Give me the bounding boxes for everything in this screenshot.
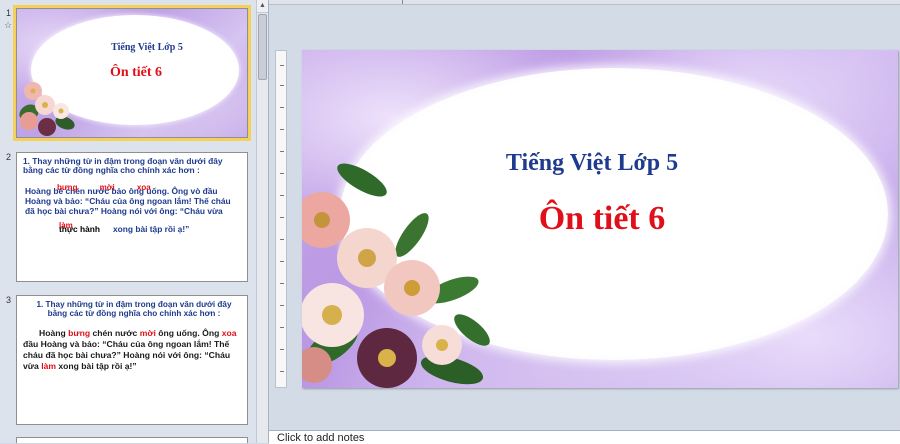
vertical-ruler (275, 50, 287, 388)
slide-thumbnail-1[interactable]: Tiếng Việt Lớp 5 Ôn tiết 6 (13, 5, 251, 141)
thumbnail-3-text: ông uống. Ông (158, 328, 220, 338)
slide-subtitle[interactable]: Ôn tiết 6 (452, 200, 752, 238)
notes-placeholder[interactable]: Click to add notes (277, 432, 364, 444)
thumbnail-3-text: chén nước (92, 328, 138, 338)
thumbnail-3-line3: cháu đã học bài chưa?” Hoàng nói với ông… (23, 350, 231, 360)
thumbnail-3-line2: đầu Hoàng và bảo: “Cháu của ông ngoan lắ… (23, 339, 230, 349)
thumbnail-3-word-moi: mời (139, 328, 156, 338)
thumbnail-3-word-lam: làm (41, 361, 56, 371)
thumbnail-3-line4: vừa làm xong bài tập rồi ạ!” (23, 361, 247, 372)
slide-thumbnail-2[interactable]: 1. Thay những từ in đậm trong đoạn văn d… (16, 152, 248, 282)
thumbnail-2-line4-post: xong bài tập rồi ạ!” (113, 224, 190, 234)
slide-thumbnail-3[interactable]: 1. Thay những từ in đậm trong đoạn văn d… (16, 295, 248, 425)
slide-number-3: 3 (6, 295, 12, 305)
thumbnail-2-line4-overlay: làm (59, 221, 73, 230)
slide-title[interactable]: Tiếng Việt Lớp 5 (432, 150, 752, 177)
ruler-marker (402, 0, 403, 4)
thumbnail-2-line3: đã học bài chưa?” Hoàng nói với ông: “Ch… (25, 206, 223, 216)
slide-thumbnail-4[interactable] (16, 437, 248, 443)
slide-thumbnail-panel: 1 ☆ Tiếng Việt Lớp 5 Ôn tiết 6 2 1. Thay… (0, 0, 269, 443)
slide-editing-pane: Tiếng Việt Lớp 5 Ôn tiết 6 (269, 0, 900, 430)
horizontal-ruler (269, 0, 900, 5)
thumbnail-2-heading: 1. Thay những từ in đậm trong đoạn văn d… (23, 156, 223, 176)
thumbnail-3-line1: Hoàng bưng chén nước mời ông uống. Ông x… (23, 328, 245, 339)
thumbnail-subtitle: Ôn tiết 6 (109, 65, 163, 80)
thumbnail-3-heading: 1. Thay những từ in đậm trong đoạn văn d… (36, 300, 232, 319)
scrollbar-thumb[interactable] (258, 14, 267, 80)
thumbnail-3-text: vừa (23, 361, 39, 371)
thumbnail-title: Tiếng Việt Lớp 5 (111, 42, 183, 53)
thumbnail-2-overlay-words: bưng mời xoa (57, 183, 151, 192)
thumbnail-3-word-bung: bưng (68, 328, 91, 338)
slide-canvas[interactable]: Tiếng Việt Lớp 5 Ôn tiết 6 (302, 50, 898, 388)
slide-number-2: 2 (6, 152, 12, 162)
slide-number-1: 1 (6, 8, 12, 18)
animation-star-icon: ☆ (4, 20, 13, 30)
flower-bouquet-icon (302, 163, 490, 388)
thumbnail-3-text: xong bài tập rồi ạ!” (58, 361, 137, 371)
thumbnail-scrollbar[interactable]: ▲ (256, 0, 268, 443)
scroll-up-arrow-icon[interactable]: ▲ (257, 0, 268, 13)
thumbnail-3-word-xoa: xoa (221, 328, 237, 338)
thumbnail-2-line2: Hoàng và bảo: “Cháu của ông ngoan lắm! T… (25, 196, 231, 206)
notes-pane[interactable]: Click to add notes (269, 430, 900, 444)
thumbnail-3-text: Hoàng (39, 328, 66, 338)
